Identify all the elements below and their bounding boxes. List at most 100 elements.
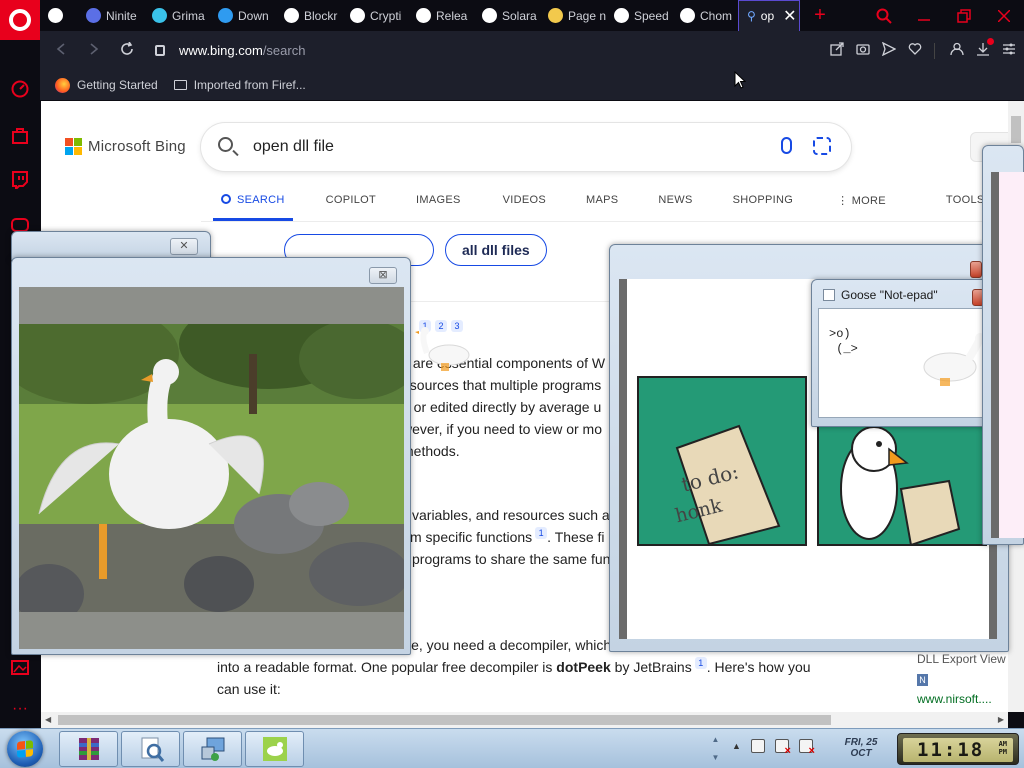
citation-1[interactable]: 1	[535, 527, 548, 539]
tab-search[interactable]: SEARCH	[213, 189, 293, 221]
tab-shopping[interactable]: SHOPPING	[733, 189, 793, 221]
browser-tab[interactable]: Solara	[474, 0, 540, 31]
globe-icon	[482, 8, 497, 23]
goose-sprite-icon	[415, 327, 470, 371]
bing-logo[interactable]: Microsoft Bing	[65, 138, 186, 155]
scroll-up-icon[interactable]: ▲	[708, 731, 723, 749]
shopping-bag-icon[interactable]	[11, 126, 29, 144]
taskbar-goose[interactable]	[245, 731, 304, 767]
browser-tab[interactable]: Relea	[408, 0, 474, 31]
browser-tab[interactable]: Blockr	[276, 0, 342, 31]
search-input[interactable]	[253, 136, 753, 158]
url-path: /search	[262, 43, 306, 58]
easy-setup-icon[interactable]	[1002, 42, 1016, 59]
url-field[interactable]: www.bing.com/search	[155, 43, 305, 58]
bookmarks-bar: Getting Started Imported from Firef...	[40, 70, 1024, 100]
lcd-display: 11:18 AM PM	[903, 738, 1013, 762]
scroll-thumb[interactable]	[58, 715, 831, 725]
action-center-icon[interactable]	[750, 739, 765, 753]
goose-meme-image	[19, 287, 404, 649]
more-vertical-icon: ⋮	[837, 195, 852, 207]
network-disconnected-icon[interactable]	[774, 739, 791, 757]
bing-brand-name: Microsoft Bing	[88, 138, 186, 155]
heart-icon[interactable]	[908, 42, 922, 59]
tab-label: Down	[238, 8, 269, 23]
browser-tab[interactable]: Ninite	[78, 0, 144, 31]
scroll-left-icon[interactable]: ◀	[45, 715, 51, 724]
twitch-icon[interactable]	[11, 171, 29, 192]
visual-search-icon[interactable]	[813, 137, 831, 155]
close-button[interactable]: ✕	[170, 238, 198, 255]
browser-tab[interactable]: Crypti	[342, 0, 408, 31]
headphones-icon	[548, 8, 563, 23]
date-month: OCT	[850, 748, 872, 759]
notification-dot	[987, 38, 994, 45]
close-tab-icon[interactable]: ✕	[783, 6, 796, 26]
taskbar-network-app[interactable]	[183, 731, 242, 767]
network-computer-icon	[201, 737, 224, 761]
profile-icon[interactable]	[950, 42, 964, 59]
taskbar-winrar[interactable]	[59, 731, 118, 767]
tab-label: SEARCH	[237, 194, 285, 206]
goose-pink-window[interactable]	[982, 145, 1024, 545]
taskbar-clock[interactable]: 11:18 AM PM	[897, 733, 1019, 765]
browser-tab-active[interactable]: ⚲ op ✕	[738, 0, 800, 31]
pink-image	[991, 172, 1024, 538]
close-button[interactable]: ⊠	[369, 267, 397, 284]
back-button[interactable]	[44, 42, 77, 59]
horizontal-scrollbar[interactable]: ◀ ▶	[41, 712, 1008, 728]
browser-tab[interactable]: Down	[210, 0, 276, 31]
new-tab-button[interactable]: +	[800, 4, 840, 27]
browser-tab[interactable]: Page n	[540, 0, 606, 31]
tab-more[interactable]: ⋮ MORE	[837, 189, 886, 221]
browser-tab[interactable]: Grima	[144, 0, 210, 31]
citation-1[interactable]: 1	[694, 657, 707, 669]
minimize-button[interactable]	[904, 0, 944, 31]
volume-muted-icon[interactable]	[798, 739, 815, 757]
chevron-right-icon	[89, 43, 98, 55]
minimize-icon	[918, 18, 930, 21]
browser-tab[interactable]	[40, 0, 78, 31]
speed-dial-icon[interactable]	[11, 80, 29, 98]
tab-news[interactable]: NEWS	[658, 189, 692, 221]
bookmark-getting-started[interactable]: Getting Started	[55, 77, 158, 93]
related-source-card[interactable]: DLL Export View Nwww.nirsoft....	[917, 649, 1008, 709]
tab-videos[interactable]: VIDEOS	[503, 189, 546, 221]
tab-images[interactable]: IMAGES	[416, 189, 461, 221]
tab-label: Blockr	[304, 8, 338, 23]
taskbar-search-app[interactable]	[121, 731, 180, 767]
tab-tools[interactable]: TOOLS	[946, 189, 985, 221]
close-window-button[interactable]	[984, 0, 1024, 31]
forward-button[interactable]	[77, 42, 110, 59]
browser-tab[interactable]: Chom	[672, 0, 738, 31]
tab-label: Crypti	[370, 8, 402, 23]
tab-copilot[interactable]: COPILOT	[326, 189, 376, 221]
close-button[interactable]	[970, 261, 982, 278]
start-button[interactable]	[7, 731, 43, 767]
tab-label: Chom	[700, 8, 733, 23]
maximize-button[interactable]	[944, 0, 984, 31]
scroll-down-icon[interactable]: ▼	[708, 749, 723, 767]
search-tabs-button[interactable]	[864, 0, 904, 31]
show-hidden-icons-icon[interactable]: ▲	[732, 741, 741, 751]
related-chip-all-dll-files[interactable]: all dll files	[445, 234, 547, 266]
send-icon[interactable]	[881, 41, 897, 59]
bookmark-folder-imported[interactable]: Imported from Firef...	[173, 78, 306, 92]
tab-maps[interactable]: MAPS	[586, 189, 618, 221]
more-dots-icon[interactable]: ···	[11, 700, 29, 718]
goose-meme-window[interactable]: ⊠	[11, 257, 411, 655]
camera-icon[interactable]	[856, 42, 870, 59]
opera-menu-button[interactable]	[0, 0, 40, 40]
source-link[interactable]: www.nirsoft....	[917, 692, 992, 706]
browser-tab[interactable]: Speed	[606, 0, 672, 31]
scroll-right-icon[interactable]: ▶	[998, 715, 1004, 724]
share-icon[interactable]	[830, 42, 844, 59]
taskbar-scroll[interactable]: ▲ ▼	[708, 731, 723, 767]
gallery-icon[interactable]	[11, 658, 29, 676]
taskbar-date[interactable]: FRI, 25 OCT	[836, 737, 886, 759]
downloads-icon[interactable]	[976, 38, 994, 59]
scroll-thumb[interactable]	[1011, 116, 1021, 143]
goose-notepad-window[interactable]: Goose "Not-epad" >o) (_>	[811, 279, 991, 427]
microphone-icon[interactable]	[781, 137, 792, 154]
reload-button[interactable]	[110, 41, 143, 60]
